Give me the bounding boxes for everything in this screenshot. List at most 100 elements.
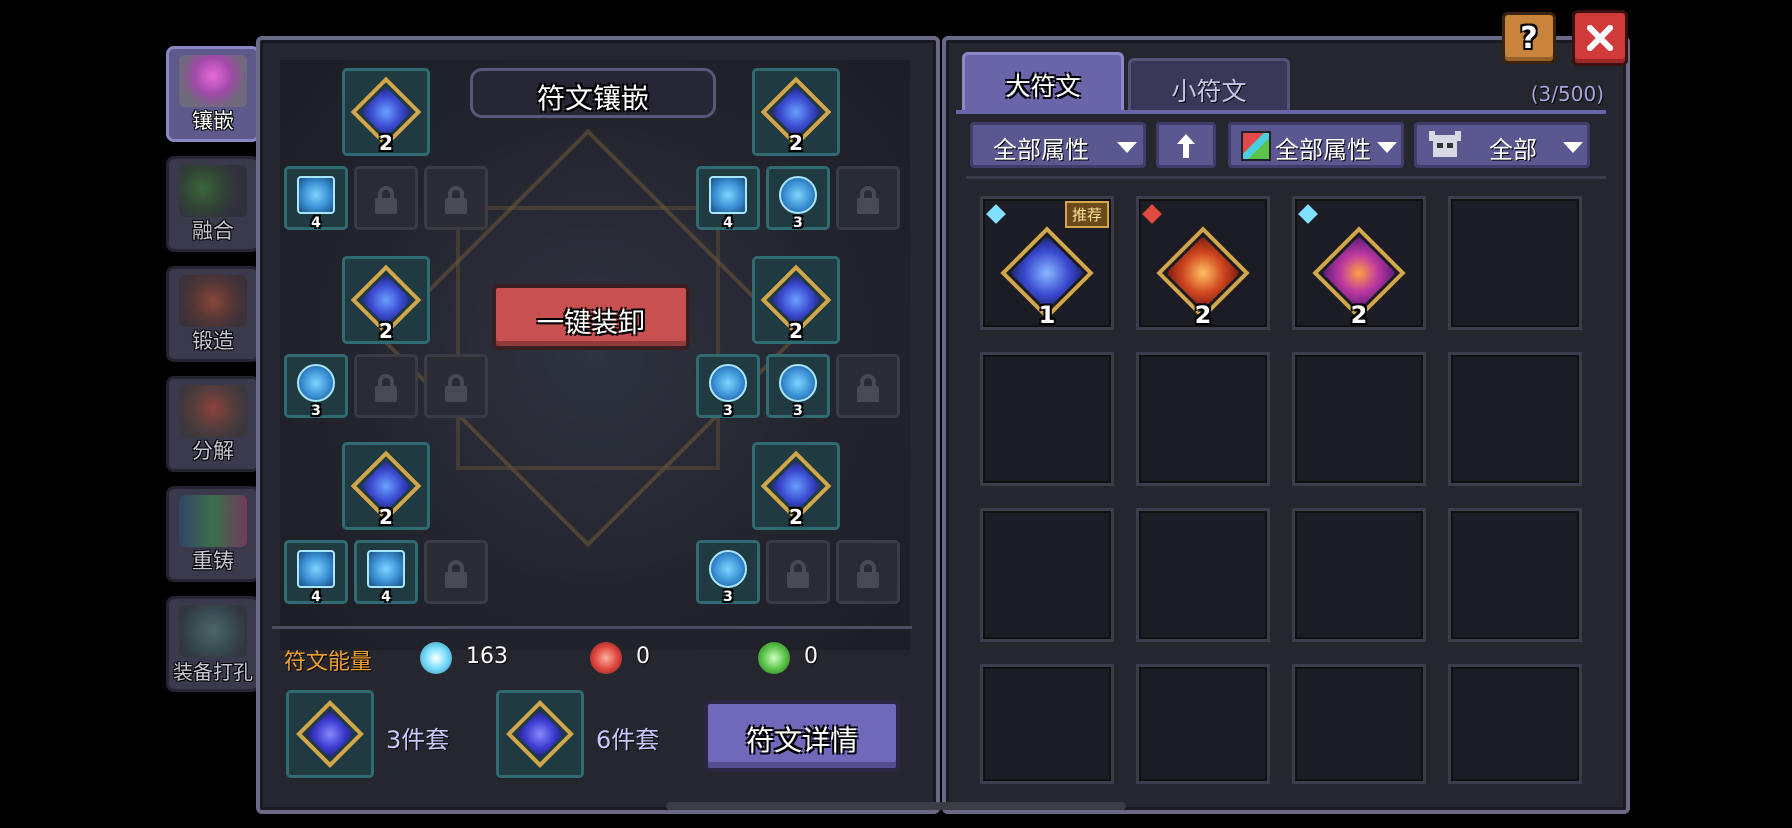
locked-slot[interactable] [836, 166, 900, 230]
set-6-label: 6件套 [596, 726, 660, 754]
tab-big-rune[interactable]: 大符文 [962, 52, 1124, 112]
side-tab-recast[interactable]: 重铸 [166, 486, 260, 582]
small-rune-slot[interactable]: 4 [284, 166, 348, 231]
question-icon: ? [1520, 21, 1538, 56]
inventory-slot[interactable]: 2 [1292, 196, 1426, 330]
set-3-label: 3件套 [386, 726, 450, 754]
side-tab-socket-punch[interactable]: 装备打孔 [166, 596, 260, 692]
big-rune-slot[interactable]: 2 [342, 68, 430, 156]
inventory-slot[interactable] [1136, 352, 1270, 486]
big-rune-slot[interactable]: 2 [752, 68, 840, 156]
type-filter-dropdown[interactable]: 全部 [1414, 122, 1590, 168]
lock-icon [857, 560, 879, 588]
big-rune-slot[interactable]: 2 [342, 256, 430, 344]
decompose-icon [179, 385, 247, 437]
inventory-slot[interactable] [1292, 664, 1426, 784]
big-rune-slot[interactable]: 2 [752, 442, 840, 530]
small-rune-slot[interactable]: 4 [696, 166, 760, 231]
set-bonus-slot[interactable] [286, 690, 374, 778]
tab-small-rune[interactable]: 小符文 [1128, 58, 1290, 112]
small-rune-slot[interactable]: 3 [766, 166, 830, 231]
inventory-slot[interactable] [980, 664, 1114, 784]
blue-energy-value: 163 [466, 644, 508, 669]
helmet-icon [1429, 131, 1461, 157]
side-tab-label: 分解 [192, 439, 234, 463]
locked-slot[interactable] [424, 540, 488, 604]
small-rune-icon [709, 364, 747, 403]
red-energy-value: 0 [636, 644, 650, 669]
side-tab-fusion[interactable]: 融合 [166, 156, 260, 252]
green-energy-icon [758, 642, 790, 674]
help-button[interactable]: ? [1502, 12, 1556, 64]
inventory-slot[interactable] [1292, 508, 1426, 642]
small-rune-slot[interactable]: 3 [696, 540, 760, 605]
locked-slot[interactable] [836, 354, 900, 418]
inventory-slot[interactable]: 推荐 1 [980, 196, 1114, 330]
small-rune-slot[interactable]: 3 [696, 354, 760, 419]
inventory-count: (3/500) [1530, 82, 1604, 106]
side-tab-label: 装备打孔 [173, 660, 253, 684]
inventory-slot[interactable] [1448, 664, 1582, 784]
small-rune-icon [297, 364, 335, 403]
lock-icon [787, 560, 809, 588]
set-bonus-slot[interactable] [496, 690, 584, 778]
inventory-slot[interactable] [1136, 508, 1270, 642]
element-filter-dropdown[interactable]: 全部属性 [1228, 122, 1404, 168]
side-tab-label: 融合 [192, 219, 234, 243]
red-energy-icon [590, 642, 622, 674]
divider [272, 626, 912, 629]
side-tab-forge[interactable]: 锻造 [166, 266, 260, 362]
inventory-slot[interactable] [1292, 352, 1426, 486]
big-rune-slot[interactable]: 2 [342, 442, 430, 530]
blue-energy-icon [420, 642, 452, 674]
chevron-down-icon [1377, 142, 1397, 153]
inventory-slot[interactable] [1448, 196, 1582, 330]
rune-detail-button[interactable]: 符文详情 [704, 700, 900, 772]
close-button[interactable] [1572, 10, 1628, 66]
inventory-slot[interactable] [980, 352, 1114, 486]
element-color-icon [1241, 131, 1271, 161]
side-tab-inlay[interactable]: 镶嵌 [166, 46, 260, 142]
small-rune-icon [779, 364, 817, 403]
green-energy-value: 0 [804, 644, 818, 669]
locked-slot[interactable] [424, 166, 488, 230]
forge-icon [179, 275, 247, 327]
home-indicator [666, 802, 1126, 810]
blue-element-icon [1298, 204, 1318, 224]
locked-slot[interactable] [424, 354, 488, 418]
inventory-slot[interactable] [980, 508, 1114, 642]
small-rune-slot[interactable]: 3 [284, 354, 348, 419]
side-tab-label: 锻造 [192, 329, 234, 353]
lock-icon [445, 186, 467, 214]
small-rune-slot[interactable]: 4 [284, 540, 348, 605]
red-element-icon [1142, 204, 1162, 224]
recommend-badge: 推荐 [1065, 201, 1110, 228]
small-rune-icon [367, 550, 405, 589]
side-tab-decompose[interactable]: 分解 [166, 376, 260, 472]
small-rune-icon [709, 176, 747, 215]
locked-slot[interactable] [354, 166, 418, 230]
small-rune-icon [709, 550, 747, 589]
small-rune-icon [297, 176, 335, 215]
arrow-up-icon [1177, 134, 1195, 158]
inlay-title-banner: 符文镶嵌 [470, 68, 716, 118]
unequip-all-button[interactable]: 一键装卸 [492, 284, 690, 350]
divider [966, 176, 1606, 179]
sort-order-button[interactable] [1156, 122, 1216, 168]
side-tab-label: 镶嵌 [192, 109, 234, 133]
locked-slot[interactable] [766, 540, 830, 604]
inventory-slot[interactable] [1448, 352, 1582, 486]
small-rune-icon [297, 550, 335, 589]
big-rune-slot[interactable]: 2 [752, 256, 840, 344]
lock-icon [445, 560, 467, 588]
lock-icon [445, 374, 467, 402]
small-rune-slot[interactable]: 4 [354, 540, 418, 605]
locked-slot[interactable] [354, 354, 418, 418]
small-rune-slot[interactable]: 3 [766, 354, 830, 419]
chevron-down-icon [1117, 142, 1137, 153]
inventory-slot[interactable] [1448, 508, 1582, 642]
attribute-filter-dropdown[interactable]: 全部属性 [970, 122, 1146, 168]
inventory-slot[interactable]: 2 [1136, 196, 1270, 330]
locked-slot[interactable] [836, 540, 900, 604]
inventory-slot[interactable] [1136, 664, 1270, 784]
